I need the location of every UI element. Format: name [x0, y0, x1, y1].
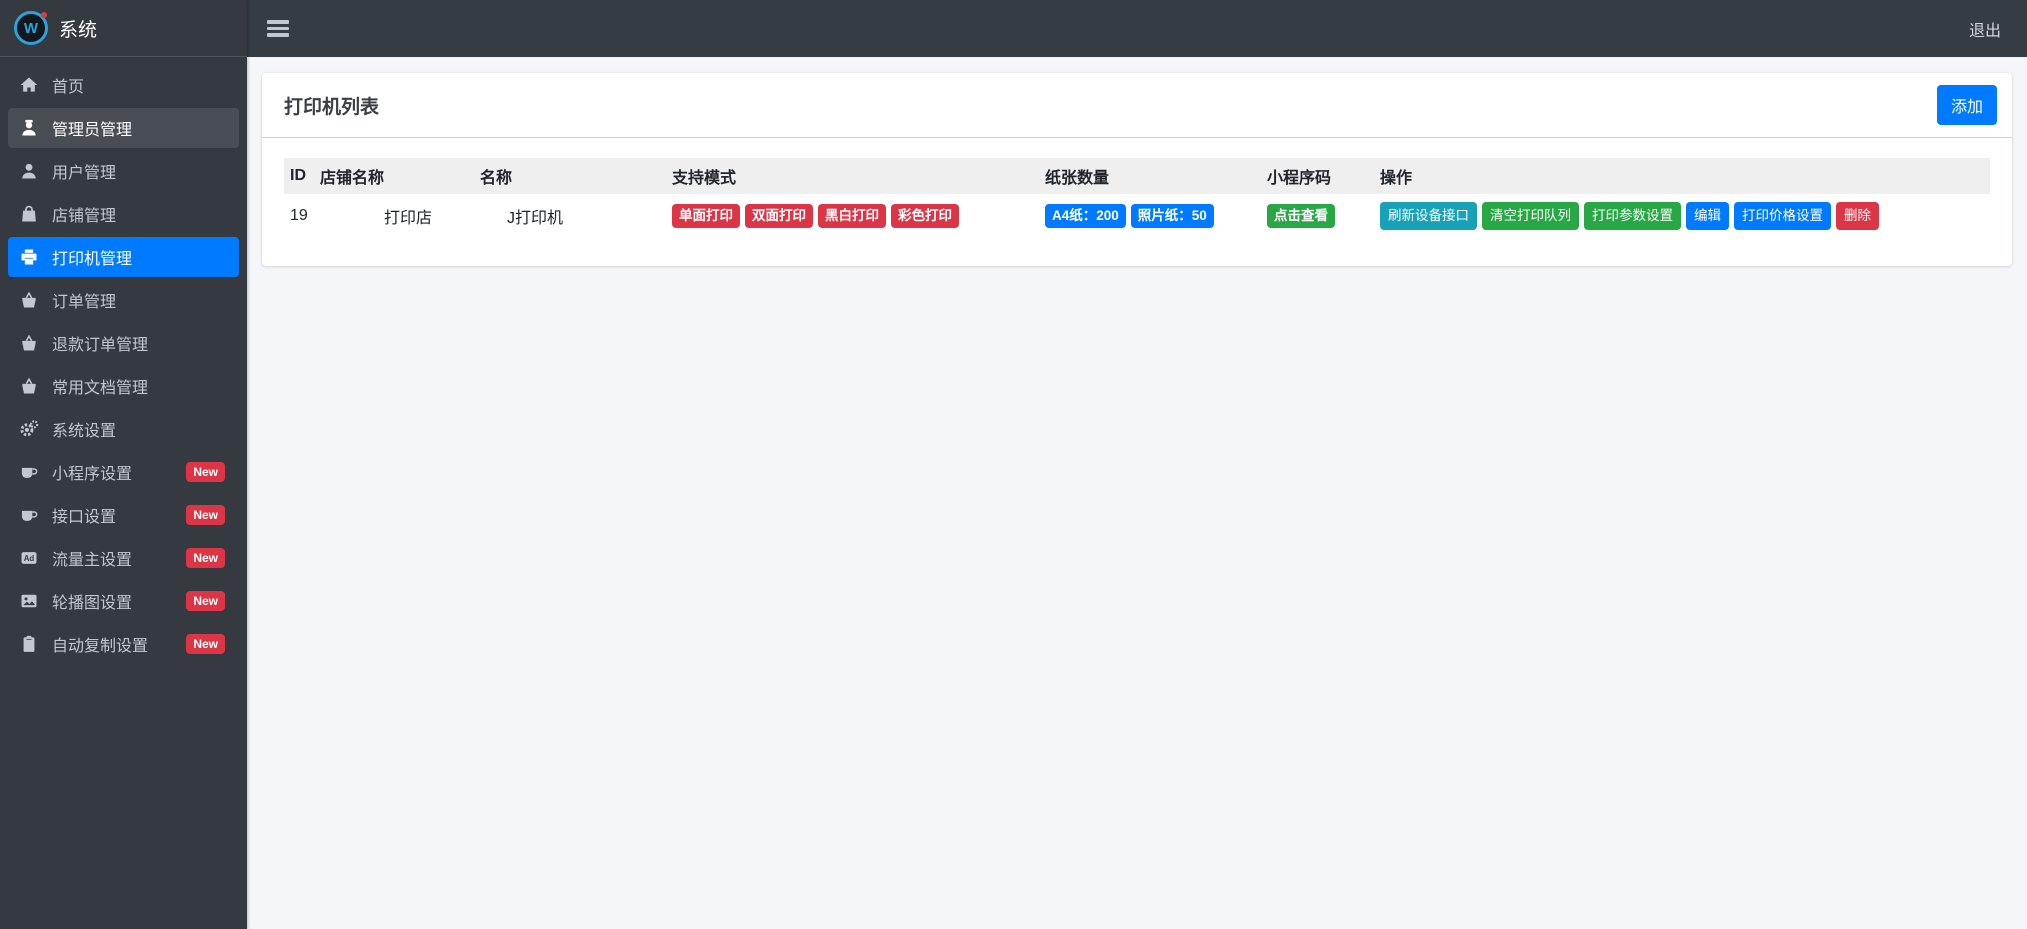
action-button-delete[interactable]: 删除 — [1836, 202, 1879, 230]
cell-actions: 刷新设备接口 清空打印队列 打印参数设置 编辑 打印价格设置 删除 — [1374, 194, 1990, 238]
page-title: 打印机列表 — [284, 96, 380, 118]
sidebar-item-label: 自动复制设置 — [52, 638, 149, 655]
column-header: 操作 — [1380, 170, 1413, 187]
basket-icon — [16, 290, 42, 310]
cell-shop-name: 打印店 — [384, 209, 433, 227]
sidebar-item-label: 首页 — [52, 79, 85, 96]
new-badge: New — [186, 634, 225, 654]
card-body: ID 店铺名称 名称 支持模式 纸张数量 小程序码 操作 19 打印店 J打印机 单面打印 双面打印… — [262, 138, 2012, 266]
sidebar-item-label: 轮播图设置 — [52, 595, 133, 612]
sidebar-item-refund-order-management[interactable]: 退款订单管理 — [8, 323, 239, 363]
column-header: 支持模式 — [672, 170, 737, 187]
image-icon — [16, 591, 42, 611]
column-header: 店铺名称 — [320, 170, 385, 187]
brand-logo-letter: W — [23, 19, 39, 37]
cell-printer-name: J打印机 — [507, 209, 564, 227]
table-header-row: ID 店铺名称 名称 支持模式 纸张数量 小程序码 操作 — [284, 158, 1990, 194]
mode-badge: 单面打印 — [672, 204, 740, 228]
topbar: 退出 — [247, 0, 2027, 57]
cell-qrcode: 点击查看 — [1261, 194, 1374, 238]
sidebar-item-autocopy-settings[interactable]: 自动复制设置 New — [8, 624, 239, 664]
sidebar-item-admin-management[interactable]: 管理员管理 — [8, 108, 239, 148]
clipboard-icon — [16, 634, 42, 654]
mode-badge: 彩色打印 — [891, 204, 959, 228]
sidebar-item-home[interactable]: 首页 — [8, 65, 239, 105]
sidebar-item-label: 接口设置 — [52, 509, 117, 526]
sidebar-item-label: 退款订单管理 — [52, 337, 149, 354]
sidebar-menu: 首页管理员管理用户管理店铺管理打印机管理订单管理退款订单管理 常用文档管理 系统设置… — [0, 57, 247, 675]
sidebar-item-user-management[interactable]: 用户管理 — [8, 151, 239, 191]
gears-icon — [16, 419, 42, 439]
paper-badge: 照片纸：50 — [1130, 204, 1214, 228]
user-icon — [16, 161, 42, 181]
sidebar-item-document-management[interactable]: 常用文档管理 — [8, 366, 239, 406]
coffee-icon — [16, 505, 42, 525]
sidebar-item-label: 用户管理 — [52, 165, 117, 182]
sidebar-item-label: 流量主设置 — [52, 552, 133, 569]
action-button-clear-print-queue[interactable]: 清空打印队列 — [1482, 202, 1579, 230]
sidebar-item-api-settings[interactable]: 接口设置 New — [8, 495, 239, 535]
cell-paper: A4纸：200 照片纸：50 — [1039, 194, 1261, 238]
add-button[interactable]: 添加 — [1936, 85, 1997, 125]
sidebar-item-label: 订单管理 — [52, 294, 117, 311]
sidebar-item-order-management[interactable]: 订单管理 — [8, 280, 239, 320]
sidebar-item-label: 系统设置 — [52, 423, 117, 440]
table-row: 19 打印店 J打印机 单面打印 双面打印 黑白打印 彩色打印 A4纸：200 照片纸：50 点击… — [284, 194, 1990, 238]
sidebar-item-system-settings[interactable]: 系统设置 — [8, 409, 239, 449]
new-badge: New — [186, 462, 225, 482]
sidebar-item-label: 小程序设置 — [52, 466, 133, 483]
column-header: 名称 — [480, 170, 513, 187]
new-badge: New — [186, 591, 225, 611]
cell-modes: 单面打印 双面打印 黑白打印 彩色打印 — [666, 194, 1039, 238]
coffee-icon — [16, 462, 42, 482]
sidebar-item-label: 管理员管理 — [52, 122, 133, 139]
sidebar: W 系统 首页管理员管理用户管理店铺管理打印机管理订单管理退款订单管理 常用文档管… — [0, 0, 247, 929]
printer-list-card: 打印机列表 添加 ID 店铺名称 名称 支持模式 纸张数量 小程序码 操作 19 打印店 J打印… — [262, 73, 2012, 266]
action-button-refresh-device-api[interactable]: 刷新设备接口 — [1380, 202, 1477, 230]
printer-table: ID 店铺名称 名称 支持模式 纸张数量 小程序码 操作 19 打印店 J打印机 单面打印 双面打印… — [284, 158, 1990, 238]
printer-icon — [16, 247, 42, 267]
basket-icon — [16, 333, 42, 353]
cell-id: 19 — [290, 206, 308, 224]
qrcode-view-badge[interactable]: 点击查看 — [1267, 204, 1335, 228]
admin-icon — [16, 118, 42, 138]
basket-icon — [16, 376, 42, 396]
action-button-edit[interactable]: 编辑 — [1686, 202, 1729, 230]
new-badge: New — [186, 548, 225, 568]
column-header: 小程序码 — [1267, 170, 1332, 187]
sidebar-item-shop-management[interactable]: 店铺管理 — [8, 194, 239, 234]
sidebar-item-miniprogram-settings[interactable]: 小程序设置 New — [8, 452, 239, 492]
sidebar-item-carousel-settings[interactable]: 轮播图设置 New — [8, 581, 239, 621]
brand-title: 系统 — [59, 19, 98, 41]
brand[interactable]: W 系统 — [0, 0, 247, 57]
sidebar-item-printer-management[interactable]: 打印机管理 — [8, 237, 239, 277]
home-icon — [16, 75, 42, 95]
main-content: 打印机列表 添加 ID 店铺名称 名称 支持模式 纸张数量 小程序码 操作 19 打印店 J打印… — [247, 57, 2027, 929]
action-button-print-price-settings[interactable]: 打印价格设置 — [1734, 202, 1831, 230]
column-header: 纸张数量 — [1045, 170, 1110, 187]
new-badge: New — [186, 505, 225, 525]
svg-text:Ad: Ad — [24, 554, 35, 563]
paper-badge: A4纸：200 — [1045, 204, 1126, 228]
ad-icon: Ad — [16, 548, 42, 568]
bag-icon — [16, 204, 42, 224]
mode-badge: 双面打印 — [745, 204, 813, 228]
brand-logo-icon: W — [14, 11, 48, 45]
sidebar-item-label: 打印机管理 — [52, 251, 133, 268]
column-header: ID — [290, 167, 306, 184]
card-header: 打印机列表 添加 — [262, 73, 2012, 138]
logout-link[interactable]: 退出 — [1969, 17, 2001, 41]
table-body: 19 打印店 J打印机 单面打印 双面打印 黑白打印 彩色打印 A4纸：200 照片纸：50 点击… — [284, 194, 1990, 238]
menu-toggle-icon[interactable] — [267, 20, 289, 37]
mode-badge: 黑白打印 — [818, 204, 886, 228]
sidebar-item-label: 店铺管理 — [52, 208, 117, 225]
sidebar-item-label: 常用文档管理 — [52, 380, 149, 397]
sidebar-item-ad-settings[interactable]: Ad 流量主设置 New — [8, 538, 239, 578]
action-button-print-param-settings[interactable]: 打印参数设置 — [1584, 202, 1681, 230]
